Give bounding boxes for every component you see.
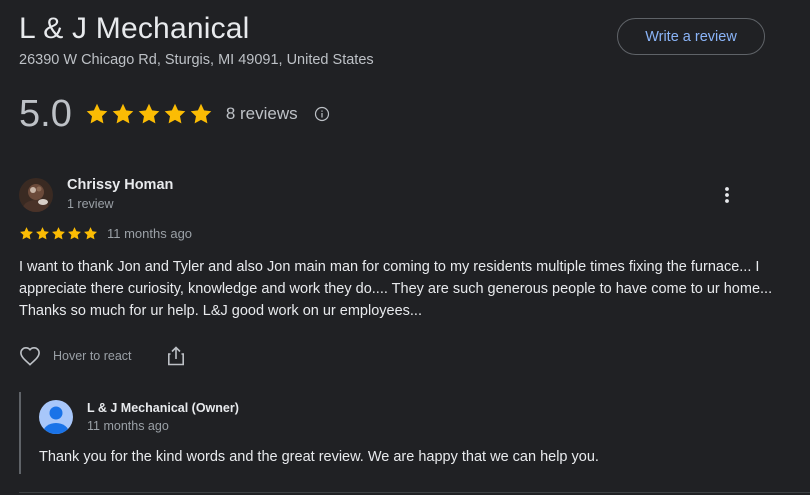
- reviews-panel: L & J Mechanical 26390 W Chicago Rd, Stu…: [0, 0, 810, 495]
- hover-to-react-label[interactable]: Hover to react: [53, 349, 132, 363]
- person-avatar-icon: [39, 400, 73, 434]
- star-icon: [19, 226, 34, 241]
- star-icon: [35, 226, 50, 241]
- owner-reply-text: Thank you for the kind words and the gre…: [39, 449, 599, 465]
- reviewer-avatar[interactable]: [19, 178, 53, 212]
- reviewer-review-count: 1 review: [67, 197, 114, 211]
- review-stars: [19, 226, 98, 241]
- rating-stars: [85, 102, 213, 126]
- star-icon: [189, 102, 213, 126]
- rating-value: 5.0: [19, 92, 72, 135]
- star-icon: [83, 226, 98, 241]
- place-title: L & J Mechanical: [19, 12, 250, 45]
- review-text: I want to thank Jon and Tyler and also J…: [19, 259, 773, 319]
- review-rating: 11 months ago: [19, 225, 192, 242]
- review-date: 11 months ago: [107, 226, 193, 241]
- reviews-count-link[interactable]: 8 reviews: [226, 104, 298, 124]
- more-vert-icon[interactable]: [716, 183, 738, 207]
- star-icon: [67, 226, 82, 241]
- info-icon[interactable]: [314, 106, 330, 122]
- owner-reply-divider: [19, 392, 21, 474]
- place-address: 26390 W Chicago Rd, Sturgis, MI 49091, U…: [19, 52, 374, 68]
- owner-reply-date: 11 months ago: [87, 419, 169, 433]
- review-actions: Hover to react: [19, 344, 185, 368]
- divider: [19, 492, 810, 493]
- reviewer-name[interactable]: Chrissy Homan: [67, 177, 173, 193]
- star-icon: [51, 226, 66, 241]
- share-icon[interactable]: [167, 346, 185, 366]
- rating-summary: 5.0 8 reviews: [19, 92, 330, 136]
- star-icon: [111, 102, 135, 126]
- heart-icon[interactable]: [19, 346, 41, 366]
- owner-name: L & J Mechanical (Owner): [87, 401, 239, 415]
- star-icon: [85, 102, 109, 126]
- star-icon: [137, 102, 161, 126]
- write-review-button[interactable]: Write a review: [617, 18, 765, 55]
- star-icon: [163, 102, 187, 126]
